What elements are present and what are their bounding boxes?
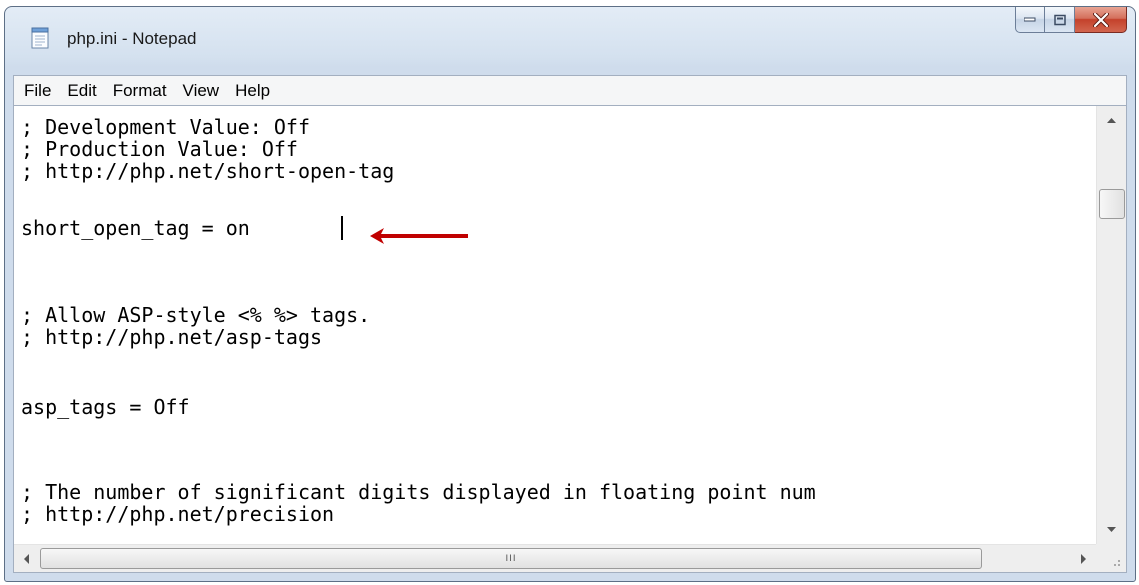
minimize-button[interactable] [1015,7,1045,33]
window-title: php.ini - Notepad [67,29,197,48]
menu-view[interactable]: View [175,77,228,105]
caption-buttons [1015,7,1127,35]
scroll-left-arrow-icon[interactable] [18,549,36,569]
text-line: ; The number of significant digits displ… [21,480,816,504]
vertical-scroll-thumb[interactable] [1099,189,1125,219]
scroll-down-arrow-icon[interactable] [1097,520,1126,540]
text-line: ; http://php.net/short-open-tag [21,159,395,183]
maximize-icon [1053,14,1066,25]
resize-grip-icon[interactable] [1096,544,1126,572]
title-bar[interactable]: php.ini - Notepad [5,7,1135,71]
text-line-highlighted: short_open_tag = on [21,216,250,240]
text-editor[interactable]: ; Development Value: Off ; Production Va… [13,105,1127,573]
text-line: ; Development Value: Off [21,115,310,139]
notepad-window: php.ini - Notepad File Edit Format View … [4,6,1136,582]
text-line: ; Production Value: Off [21,137,298,161]
maximize-button[interactable] [1045,7,1075,33]
scroll-up-arrow-icon[interactable] [1097,110,1126,130]
text-line: ; http://php.net/precision [21,502,335,526]
text-line: asp_tags = Off [21,395,190,419]
text-caret [341,216,343,240]
menu-format[interactable]: Format [105,77,175,105]
vertical-scrollbar[interactable] [1096,106,1126,544]
scroll-grip: III [505,554,517,564]
text-area[interactable]: ; Development Value: Off ; Production Va… [14,106,1096,544]
horizontal-scrollbar[interactable]: III [14,544,1096,572]
text-line: ; http://php.net/asp-tags [21,325,323,349]
notepad-icon [31,27,49,49]
red-arrow-icon [370,228,468,244]
close-icon [1092,12,1109,27]
menu-help[interactable]: Help [227,77,278,105]
menu-edit[interactable]: Edit [59,77,104,105]
text-line: ; Allow ASP-style <% %> tags. [21,303,371,327]
close-button[interactable] [1075,7,1127,33]
menu-bar: File Edit Format View Help [13,75,1127,105]
minimize-icon [1024,17,1036,21]
scroll-right-arrow-icon[interactable] [1074,549,1092,569]
horizontal-scroll-thumb[interactable]: III [40,548,982,569]
menu-file[interactable]: File [16,77,59,105]
